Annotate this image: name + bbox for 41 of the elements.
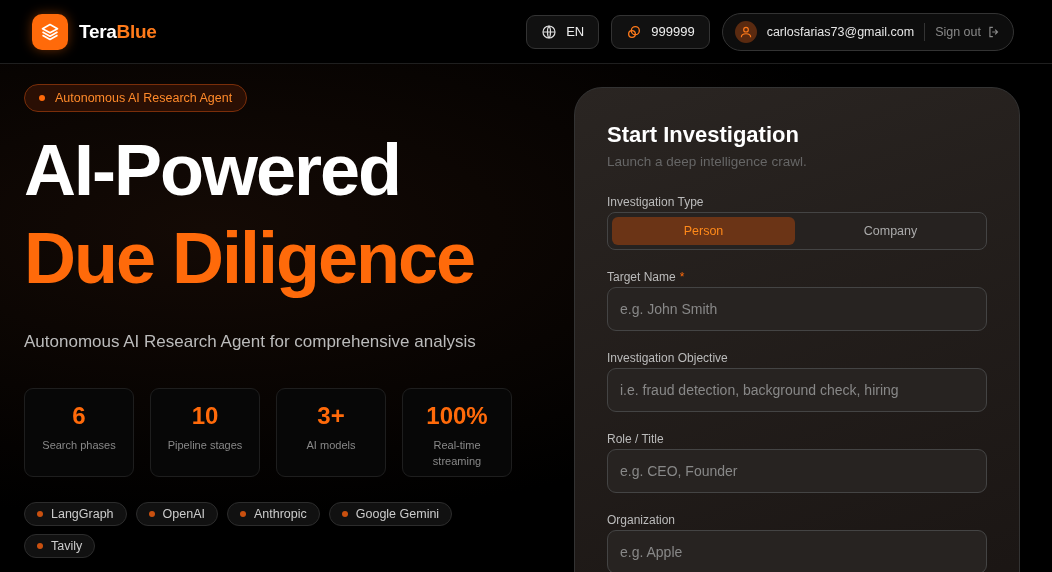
input-field[interactable]: e.g. John Smith — [607, 287, 987, 331]
field-label: Investigation Type — [607, 195, 705, 209]
brand-name: TeraBlue — [79, 20, 157, 43]
stat-value: 10 — [191, 402, 219, 430]
stat-label: Search phases — [41, 438, 117, 453]
agent-badge: Autonomous AI Research Agent — [24, 84, 248, 112]
stat-value: 6 — [72, 402, 86, 430]
user-avatar-icon — [734, 20, 757, 43]
credits-button[interactable]: 999999 — [611, 14, 710, 49]
stat-label: AI models — [305, 438, 357, 453]
layers-logo-icon — [32, 13, 68, 50]
globe-icon — [541, 23, 558, 40]
hero-title: AI-Powered — [24, 129, 401, 212]
hero-title: Due Diligence — [24, 217, 475, 300]
field-label: Investigation Objective — [607, 351, 728, 365]
tech-tag: Tavily — [24, 534, 96, 558]
hero-subtitle: Autonomous AI Research Agent for comprehensive analysis — [24, 332, 476, 352]
stat-value: 3+ — [317, 402, 345, 430]
input-field[interactable]: e.g. CEO, Founder — [607, 449, 987, 493]
field-label: Role / Title — [607, 432, 664, 446]
sign-out-button[interactable]: Sign out — [935, 24, 1001, 39]
stat-value: 100% — [426, 402, 488, 430]
stat-label: Real-time streaming — [431, 438, 483, 469]
field-label: Target Name — [607, 270, 676, 284]
type-tab[interactable]: Company — [799, 217, 982, 245]
coins-icon — [626, 23, 643, 40]
tech-tag: LangGraph — [24, 502, 127, 526]
tech-tag: OpenAI — [135, 502, 218, 526]
language-button[interactable]: EN — [526, 14, 600, 49]
card-subtitle: Launch a deep intelligence crawl. — [607, 154, 808, 169]
type-tab[interactable]: Person — [612, 217, 795, 245]
stat-label: Pipeline stages — [166, 438, 244, 453]
tech-tag: Anthropic — [226, 502, 320, 526]
user-email: carlosfarias73@gmail.com — [766, 24, 915, 39]
input-field[interactable]: i.e. fraud detection, background check, hiring — [607, 368, 987, 412]
card-title: Start Investigation — [607, 122, 800, 148]
tech-tag: Google Gemini — [328, 502, 453, 526]
input-field[interactable]: e.g. Apple — [607, 530, 987, 572]
field-label: Organization — [607, 513, 676, 527]
required-mark: * — [679, 270, 685, 284]
sign-out-icon — [987, 24, 1001, 39]
